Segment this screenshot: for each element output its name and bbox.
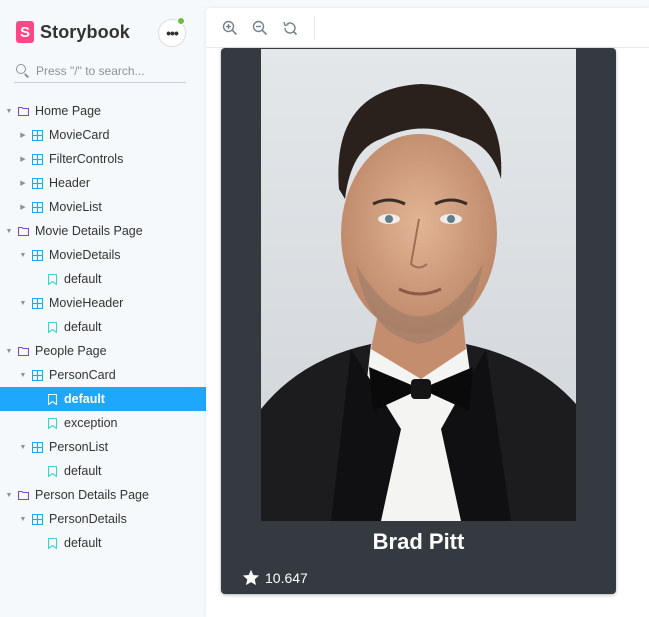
preview-area: Brad Pitt 10.647 xyxy=(206,8,649,617)
tree-item-story[interactable]: default xyxy=(0,315,206,339)
brand-name: Storybook xyxy=(40,21,130,42)
tree-item-component[interactable]: ▶ MovieList xyxy=(0,195,206,219)
tree-item-label: People Page xyxy=(35,344,107,358)
tree-item-group[interactable]: ▼ People Page xyxy=(0,339,206,363)
folder-icon xyxy=(17,489,29,501)
toolbar-divider xyxy=(314,15,315,40)
component-icon xyxy=(31,129,43,141)
bookmark-icon xyxy=(46,537,58,549)
tree-item-group[interactable]: ▼ Home Page xyxy=(0,99,206,123)
component-icon xyxy=(31,201,43,213)
tree-item-group[interactable]: ▼ Person Details Page xyxy=(0,483,206,507)
tree-item-component[interactable]: ▼ MovieHeader xyxy=(0,291,206,315)
tree-item-component[interactable]: ▶ FilterControls xyxy=(0,147,206,171)
tree-item-label: Header xyxy=(49,176,90,190)
star-icon xyxy=(242,569,260,586)
zoom-in-icon[interactable] xyxy=(220,18,240,38)
person-name: Brad Pitt xyxy=(372,529,465,554)
chevron-down-icon[interactable]: ▼ xyxy=(5,492,13,499)
chevron-down-icon[interactable]: ▼ xyxy=(19,444,27,451)
folder-icon xyxy=(17,105,29,117)
chevron-down-icon[interactable]: ▼ xyxy=(5,228,13,235)
person-card: Brad Pitt 10.647 xyxy=(221,48,616,594)
sidebar: S Storybook ••• ▼Home Page▶MovieCard▶Fil… xyxy=(0,0,206,617)
tree-item-component[interactable]: ▼ PersonCard xyxy=(0,363,206,387)
bookmark-icon xyxy=(46,321,58,333)
story-tree: ▼ Home Page ▶ MovieCard ▶ FilterControls ▶ Head… xyxy=(0,99,206,555)
status-dot xyxy=(177,17,185,25)
toolbar xyxy=(206,8,649,48)
zoom-out-icon[interactable] xyxy=(250,18,270,38)
person-rating: 10.647 xyxy=(242,569,308,586)
chevron-right-icon[interactable]: ▶ xyxy=(19,155,27,163)
reset-zoom-icon[interactable] xyxy=(280,18,300,38)
tree-item-label: default xyxy=(64,320,102,334)
tree-item-component[interactable]: ▶ Header xyxy=(0,171,206,195)
tree-item-label: PersonDetails xyxy=(49,512,127,526)
tree-item-label: default xyxy=(64,272,102,286)
tree-item-component[interactable]: ▶ MovieCard xyxy=(0,123,206,147)
tree-item-group[interactable]: ▼ Movie Details Page xyxy=(0,219,206,243)
tree-item-label: MovieDetails xyxy=(49,248,121,262)
tree-item-label: exception xyxy=(64,416,118,430)
tree-item-story[interactable]: default xyxy=(0,267,206,291)
storybook-logo-icon: S xyxy=(16,21,34,43)
chevron-down-icon[interactable]: ▼ xyxy=(19,252,27,259)
tree-item-label: Person Details Page xyxy=(35,488,149,502)
component-icon xyxy=(31,177,43,189)
bookmark-icon xyxy=(46,393,58,405)
chevron-right-icon[interactable]: ▶ xyxy=(19,203,27,211)
tree-item-story[interactable]: default xyxy=(0,531,206,555)
component-icon xyxy=(31,153,43,165)
tree-item-label: MovieList xyxy=(49,200,102,214)
component-icon xyxy=(31,441,43,453)
chevron-down-icon[interactable]: ▼ xyxy=(5,348,13,355)
tree-item-label: PersonCard xyxy=(49,368,116,382)
tree-item-label: Movie Details Page xyxy=(35,224,143,238)
tree-item-component[interactable]: ▼ MovieDetails xyxy=(0,243,206,267)
bookmark-icon xyxy=(46,273,58,285)
tree-item-component[interactable]: ▼ PersonList xyxy=(0,435,206,459)
chevron-right-icon[interactable]: ▶ xyxy=(19,179,27,187)
tree-item-story[interactable]: default xyxy=(0,459,206,483)
chevron-down-icon[interactable]: ▼ xyxy=(19,516,27,523)
tree-item-label: MovieCard xyxy=(49,128,110,142)
search-input[interactable] xyxy=(36,63,186,78)
folder-icon xyxy=(17,345,29,357)
brand[interactable]: S Storybook xyxy=(16,20,130,44)
tree-item-component[interactable]: ▼ PersonDetails xyxy=(0,507,206,531)
tree-item-label: FilterControls xyxy=(49,152,124,166)
tree-item-label: PersonList xyxy=(49,440,109,454)
chevron-down-icon[interactable]: ▼ xyxy=(19,300,27,307)
bookmark-icon xyxy=(46,465,58,477)
tree-item-label: Home Page xyxy=(35,104,102,118)
folder-icon xyxy=(17,225,29,237)
component-icon xyxy=(31,249,43,261)
tree-item-label: default xyxy=(64,464,102,478)
tree-item-story[interactable]: exception xyxy=(0,411,206,435)
search-icon xyxy=(16,63,30,78)
search-bar xyxy=(14,59,186,83)
component-icon xyxy=(31,369,43,381)
bookmark-icon xyxy=(46,417,58,429)
tree-item-label: default xyxy=(64,536,102,550)
component-icon xyxy=(31,297,43,309)
chevron-down-icon[interactable]: ▼ xyxy=(5,108,13,115)
chevron-right-icon[interactable]: ▶ xyxy=(19,131,27,139)
component-icon xyxy=(31,513,43,525)
chevron-down-icon[interactable]: ▼ xyxy=(19,372,27,379)
person-photo xyxy=(261,49,576,521)
rating-value: 10.647 xyxy=(265,569,308,586)
tree-item-story[interactable]: default xyxy=(0,387,206,411)
tree-item-label: MovieHeader xyxy=(49,296,124,310)
tree-item-label: default xyxy=(64,392,105,406)
